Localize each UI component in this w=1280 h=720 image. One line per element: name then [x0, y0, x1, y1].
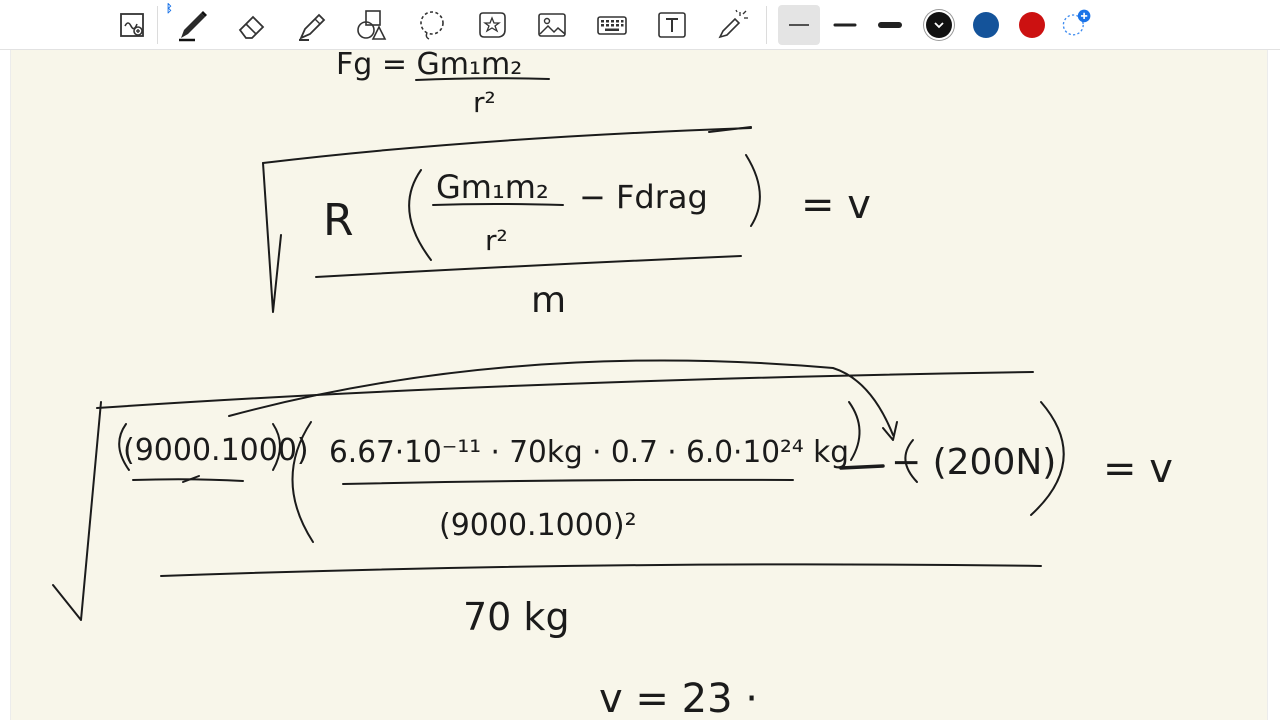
- stroke-width-medium[interactable]: [827, 7, 863, 43]
- toolbar-divider: [766, 6, 767, 44]
- zoom-window-icon: [120, 13, 144, 37]
- formula-equals-v: = v: [801, 182, 871, 228]
- zoom-window-tool[interactable]: [115, 7, 151, 43]
- sub-radius: (9000.1000): [123, 433, 309, 468]
- shapes-icon: [357, 10, 387, 40]
- text-tool[interactable]: [654, 7, 690, 43]
- image-tool[interactable]: [534, 7, 570, 43]
- chevron-down-icon: [934, 22, 944, 29]
- keyboard-tool[interactable]: [594, 7, 630, 43]
- sub-equals-v: = v: [1103, 446, 1173, 492]
- stroke-width-thin[interactable]: [778, 5, 820, 45]
- laser-pointer-icon: [718, 9, 748, 39]
- result-velocity: v = 23 ·: [599, 676, 758, 720]
- image-icon: [538, 13, 566, 37]
- add-color-icon: [1062, 9, 1091, 36]
- sub-denominator: (9000.1000)²: [439, 508, 637, 543]
- stroke-width-thick[interactable]: [872, 7, 908, 43]
- formula-mass: m: [531, 280, 566, 321]
- gravity-force-denominator: r²: [473, 86, 496, 119]
- formula-numerator: Gm₁m₂: [436, 168, 549, 206]
- formula-denominator: r²: [485, 224, 508, 257]
- color-swatch-blue[interactable]: [973, 12, 999, 38]
- pen-icon: [179, 11, 207, 42]
- bluetooth-icon: ᛒ: [166, 3, 173, 15]
- highlighter-tool[interactable]: [294, 7, 330, 43]
- highlighter-icon: [299, 13, 326, 41]
- laser-pointer-tool[interactable]: [714, 7, 750, 43]
- handwritten-ink: Fg = Gm₁m₂ r² R Gm₁m₂ r² − Fdrag m = v (…: [52, 50, 1173, 720]
- add-color-button[interactable]: [1058, 6, 1094, 42]
- lasso-tool[interactable]: [414, 7, 450, 43]
- thin-line-icon: [789, 24, 809, 26]
- color-swatch-black[interactable]: [926, 12, 952, 38]
- thick-line-icon: [878, 22, 902, 28]
- medium-line-icon: [833, 23, 857, 27]
- toolbar-divider: [157, 6, 158, 44]
- stickers-tool[interactable]: [474, 7, 510, 43]
- pen-tool[interactable]: [174, 7, 210, 43]
- gravity-force-label: Fg = Gm₁m₂: [336, 50, 522, 82]
- note-canvas[interactable]: Fg = Gm₁m₂ r² R Gm₁m₂ r² − Fdrag m = v (…: [10, 50, 1268, 720]
- keyboard-icon: [597, 16, 627, 35]
- formula-radius: R: [323, 195, 354, 246]
- stickers-icon: [479, 12, 506, 38]
- color-swatch-red[interactable]: [1019, 12, 1045, 38]
- note-toolbar: ᛒ: [0, 0, 1280, 50]
- shapes-tool[interactable]: [354, 7, 390, 43]
- text-icon: [658, 12, 686, 38]
- formula-drag: − Fdrag: [579, 178, 708, 216]
- lasso-icon: [420, 11, 444, 40]
- sub-numerator: 6.67·10⁻¹¹ · 70kg · 0.7 · 6.0·10²⁴ kg: [329, 435, 849, 470]
- eraser-icon: [238, 15, 265, 39]
- sub-mass: 70 kg: [463, 595, 570, 639]
- eraser-tool[interactable]: [234, 7, 270, 43]
- sub-drag: − (200N): [891, 442, 1056, 483]
